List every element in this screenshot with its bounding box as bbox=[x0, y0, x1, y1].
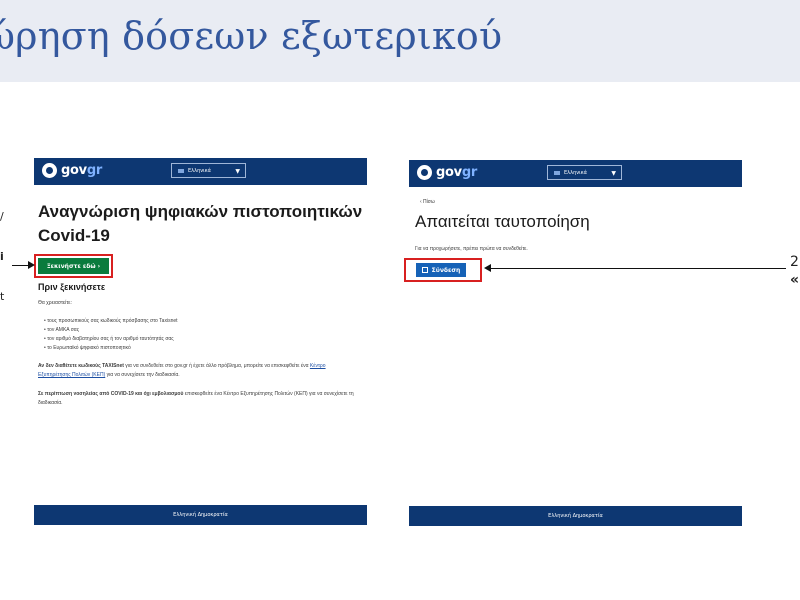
right-screenshot: govgr Ελληνικά ▼ ‹ Πίσω Απαιτείται ταυτο… bbox=[409, 160, 742, 528]
crest-icon bbox=[417, 165, 432, 180]
flag-icon bbox=[178, 168, 184, 173]
chevron-down-icon: ▼ bbox=[611, 170, 616, 177]
logo-accent: gr bbox=[461, 165, 477, 180]
page-heading: Απαιτείται ταυτοποίηση bbox=[415, 212, 590, 231]
right-edge-label-1: 2 bbox=[790, 254, 799, 270]
requirements-list: • τους προσωπικούς σας κωδικούς πρόσβαση… bbox=[44, 317, 344, 353]
list-item: • τους προσωπικούς σας κωδικούς πρόσβαση… bbox=[44, 318, 178, 324]
logo-text: gov bbox=[61, 163, 87, 178]
logo-text: gov bbox=[436, 165, 462, 180]
language-select[interactable]: Ελληνικά ▼ bbox=[171, 163, 246, 178]
arrow-right-icon bbox=[28, 261, 35, 269]
list-item: • τον ΑΜΚΑ σας bbox=[44, 327, 80, 333]
gov-logo[interactable]: govgr bbox=[417, 165, 477, 180]
left-edge-label-3: t bbox=[0, 290, 5, 303]
gov-footer: Ελληνική Δημοκρατία bbox=[34, 505, 367, 525]
back-link[interactable]: ‹ Πίσω bbox=[420, 198, 435, 207]
section-title: Πριν ξεκινήσετε bbox=[38, 282, 106, 292]
right-edge-label-2: « bbox=[790, 272, 800, 288]
gov-logo[interactable]: govgr bbox=[42, 163, 102, 178]
gov-header: govgr Ελληνικά ▼ bbox=[34, 158, 367, 185]
page-heading: Αναγνώριση ψηφιακών πιστοποιητικών Covid… bbox=[38, 202, 363, 245]
flag-icon bbox=[554, 170, 560, 175]
language-select[interactable]: Ελληνικά ▼ bbox=[547, 165, 622, 180]
crest-icon bbox=[42, 163, 57, 178]
arrow-line bbox=[490, 268, 786, 269]
list-item: • τον αριθμό διαβατηρίου σας ή τον αριθμ… bbox=[44, 336, 174, 342]
gov-header: govgr Ελληνικά ▼ bbox=[409, 160, 742, 187]
list-item: • το Ευρωπαϊκό ψηφιακό πιστοποιητικό bbox=[44, 345, 131, 351]
need-label: Θα χρειαστείτε: bbox=[38, 300, 72, 306]
left-edge-label-2: i bbox=[0, 250, 4, 263]
hospitalization-paragraph: Σε περίπτωση νοσηλείας από COVID-19 και … bbox=[38, 391, 354, 406]
slide-title: ώρηση δόσεων εξωτερικού bbox=[0, 14, 503, 58]
logo-accent: gr bbox=[86, 163, 102, 178]
taxisnet-paragraph: Αν δεν διαθέτετε κωδικούς TAXISnet για ν… bbox=[38, 363, 326, 378]
gov-footer: Ελληνική Δημοκρατία bbox=[409, 506, 742, 526]
left-screenshot: govgr Ελληνικά ▼ Αναγνώριση ψηφιακών πισ… bbox=[34, 158, 367, 525]
left-edge-label-1: / bbox=[0, 210, 4, 223]
highlight-box bbox=[34, 254, 113, 278]
language-label: Ελληνικά bbox=[188, 167, 211, 174]
language-label: Ελληνικά bbox=[564, 169, 587, 176]
highlight-box bbox=[404, 258, 482, 282]
login-instruction: Για να προχωρήσετε, πρέπει πρώτα να συνδ… bbox=[415, 246, 528, 252]
chevron-down-icon: ▼ bbox=[235, 168, 240, 175]
